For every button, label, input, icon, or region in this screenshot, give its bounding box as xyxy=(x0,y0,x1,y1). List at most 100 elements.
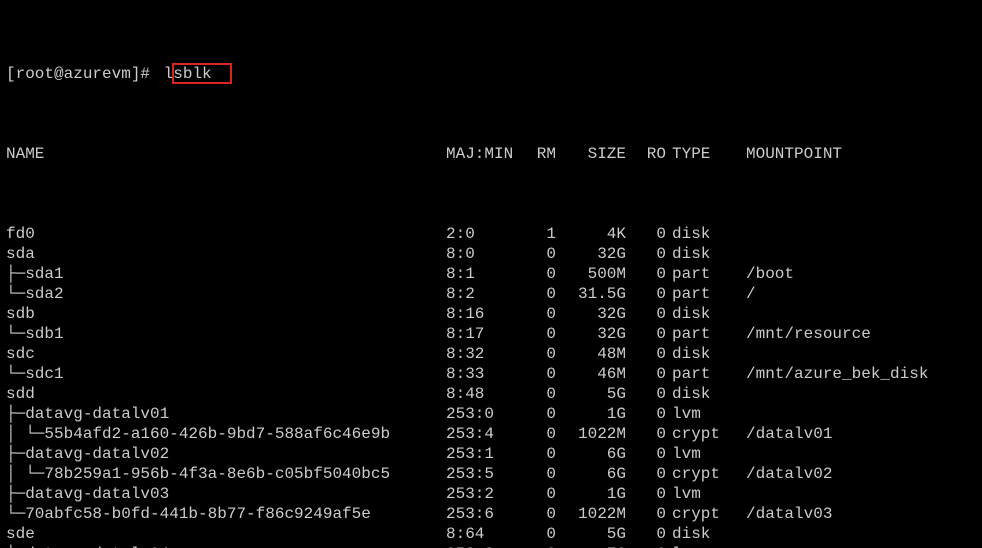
cell-mountpoint: /boot xyxy=(732,264,976,284)
hdr-size: SIZE xyxy=(556,144,626,164)
cell-size: 32G xyxy=(556,304,626,324)
table-row: └─70abfc58-b0fd-441b-8b77-f86c9249af5e25… xyxy=(6,504,976,524)
cell-size: 7G xyxy=(556,544,626,548)
table-row: sdd8:4805G0disk xyxy=(6,384,976,404)
cell-ro: 0 xyxy=(626,444,666,464)
cell-ro: 0 xyxy=(626,384,666,404)
table-row: sde8:6405G0disk xyxy=(6,524,976,544)
cell-rm: 0 xyxy=(516,404,556,424)
cell-majmin: 8:16 xyxy=(446,304,516,324)
cell-type: part xyxy=(666,264,732,284)
cell-ro: 0 xyxy=(626,524,666,544)
prompt-spacer xyxy=(150,64,160,84)
table-row: └─sdb18:17032G0part/mnt/resource xyxy=(6,324,976,344)
table-row: └─sda28:2031.5G0part/ xyxy=(6,284,976,304)
cell-ro: 0 xyxy=(626,464,666,484)
cell-name: └─sdc1 xyxy=(6,364,446,384)
cell-name: fd0 xyxy=(6,224,446,244)
cell-type: disk xyxy=(666,384,732,404)
cell-size: 500M xyxy=(556,264,626,284)
hdr-mount: MOUNTPOINT xyxy=(732,144,976,164)
cell-type: lvm xyxy=(666,444,732,464)
cell-name: sda xyxy=(6,244,446,264)
cell-majmin: 253:2 xyxy=(446,484,516,504)
cell-name: ├─datavg-datalv02 xyxy=(6,444,446,464)
cell-rm: 0 xyxy=(516,244,556,264)
cell-majmin: 253:6 xyxy=(446,504,516,524)
cell-size: 6G xyxy=(556,464,626,484)
table-row: └─sdc18:33046M0part/mnt/azure_bek_disk xyxy=(6,364,976,384)
cell-size: 1G xyxy=(556,484,626,504)
cell-majmin: 253:1 xyxy=(446,444,516,464)
cell-mountpoint: /mnt/resource xyxy=(732,324,976,344)
cell-size: 46M xyxy=(556,364,626,384)
cell-type: lvm xyxy=(666,544,732,548)
cell-size: 32G xyxy=(556,244,626,264)
cell-rm: 0 xyxy=(516,504,556,524)
cell-rm: 0 xyxy=(516,484,556,504)
cell-ro: 0 xyxy=(626,224,666,244)
cell-rm: 0 xyxy=(516,304,556,324)
cell-rm: 0 xyxy=(516,464,556,484)
cell-mountpoint: /datalv03 xyxy=(732,504,976,524)
table-row: │ └─55b4afd2-a160-426b-9bd7-588af6c46e9b… xyxy=(6,424,976,444)
table-row: sda8:0032G0disk xyxy=(6,244,976,264)
table-row: ├─datavg-datalv01253:001G0lvm xyxy=(6,404,976,424)
cell-majmin: 253:0 xyxy=(446,404,516,424)
cell-type: lvm xyxy=(666,484,732,504)
cell-rm: 0 xyxy=(516,384,556,404)
cell-rm: 0 xyxy=(516,524,556,544)
cell-name: sde xyxy=(6,524,446,544)
cell-mountpoint: /mnt/azure_bek_disk xyxy=(732,364,976,384)
cell-ro: 0 xyxy=(626,484,666,504)
hdr-name: NAME xyxy=(6,144,446,164)
hdr-ro: RO xyxy=(626,144,666,164)
prompt-line: [root@azurevm]# lsblk xyxy=(6,64,976,84)
table-row: ├─datavg-datalv03253:201G0lvm xyxy=(6,484,976,504)
cell-name: ├─datavg-datalv01 xyxy=(6,404,446,424)
cell-rm: 0 xyxy=(516,364,556,384)
cell-name: └─datavg-datalv04 xyxy=(6,544,446,548)
cell-rm: 0 xyxy=(516,444,556,464)
cell-size: 31.5G xyxy=(556,284,626,304)
table-row: ├─datavg-datalv02253:106G0lvm xyxy=(6,444,976,464)
table-row: sdb8:16032G0disk xyxy=(6,304,976,324)
cell-size: 5G xyxy=(556,524,626,544)
cell-mountpoint: /datalv01 xyxy=(732,424,976,444)
cell-name: └─sda2 xyxy=(6,284,446,304)
cell-ro: 0 xyxy=(626,504,666,524)
table-row: ├─sda18:10500M0part/boot xyxy=(6,264,976,284)
cell-ro: 0 xyxy=(626,424,666,444)
cell-mountpoint: /datalv02 xyxy=(732,464,976,484)
cell-name: sdb xyxy=(6,304,446,324)
cell-name: │ └─55b4afd2-a160-426b-9bd7-588af6c46e9b xyxy=(6,424,446,444)
cell-type: disk xyxy=(666,244,732,264)
cell-majmin: 253:5 xyxy=(446,464,516,484)
cell-ro: 0 xyxy=(626,404,666,424)
cell-size: 1022M xyxy=(556,504,626,524)
cell-type: lvm xyxy=(666,404,732,424)
lsblk-rows-container: fd02:014K0disksda8:0032G0disk├─sda18:105… xyxy=(6,224,976,548)
cell-rm: 0 xyxy=(516,324,556,344)
cell-majmin: 8:33 xyxy=(446,364,516,384)
terminal-output[interactable]: [root@azurevm]# lsblk NAME MAJ:MIN RM SI… xyxy=(0,0,982,548)
cell-ro: 0 xyxy=(626,244,666,264)
cell-name: └─sdb1 xyxy=(6,324,446,344)
hdr-rm: RM xyxy=(516,144,556,164)
cell-ro: 0 xyxy=(626,544,666,548)
cell-type: part xyxy=(666,324,732,344)
hdr-majmin: MAJ:MIN xyxy=(446,144,516,164)
cell-ro: 0 xyxy=(626,324,666,344)
cell-type: crypt xyxy=(666,464,732,484)
cell-size: 4K xyxy=(556,224,626,244)
cell-ro: 0 xyxy=(626,364,666,384)
cell-majmin: 8:2 xyxy=(446,284,516,304)
cell-rm: 1 xyxy=(516,224,556,244)
cell-name: sdc xyxy=(6,344,446,364)
table-row: sdc8:32048M0disk xyxy=(6,344,976,364)
prompt-command: lsblk xyxy=(160,64,216,84)
cell-type: part xyxy=(666,284,732,304)
cell-type: crypt xyxy=(666,424,732,444)
cell-size: 48M xyxy=(556,344,626,364)
cell-type: disk xyxy=(666,344,732,364)
